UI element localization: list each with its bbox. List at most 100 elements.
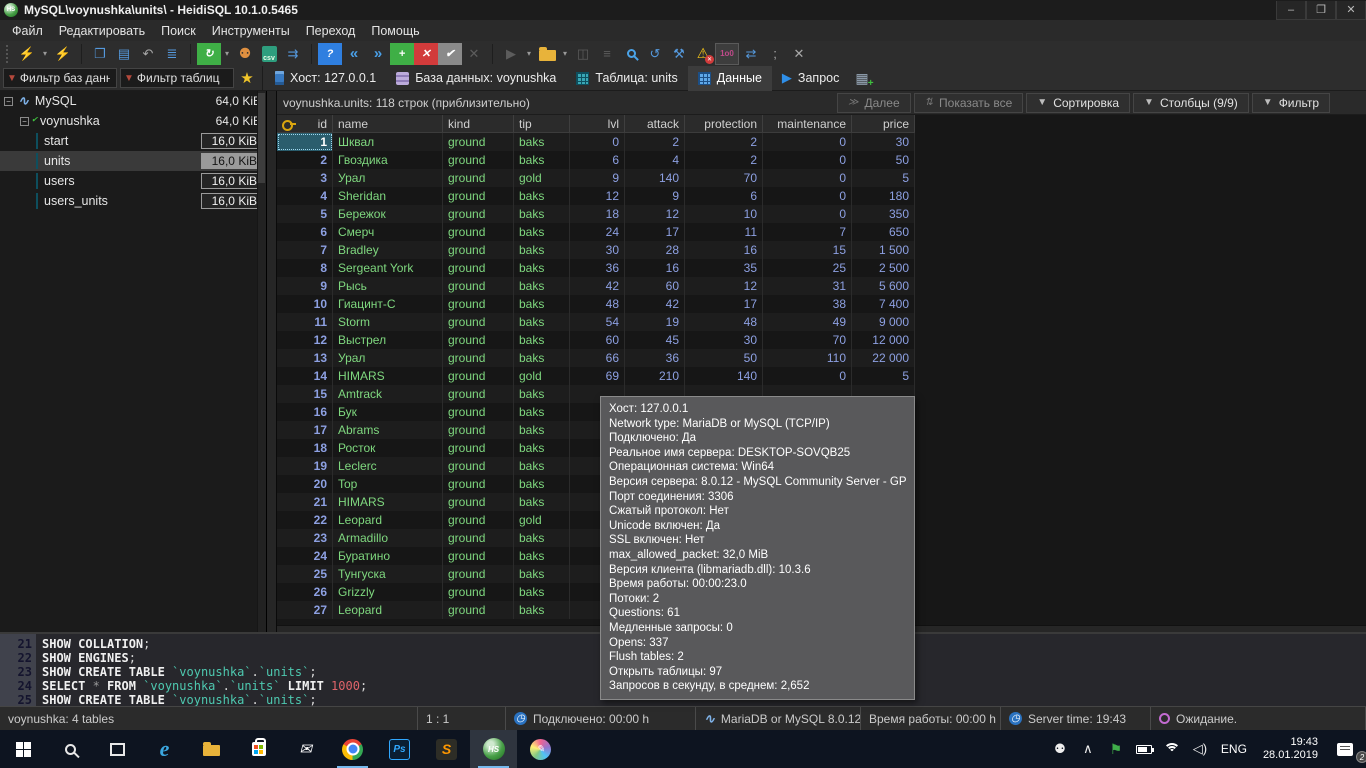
cell[interactable]: 0 [763, 169, 852, 187]
cell[interactable]: 42 [625, 295, 685, 313]
cell[interactable]: 50 [685, 349, 763, 367]
cell[interactable]: Бук [333, 403, 443, 421]
cell[interactable]: 5 [277, 205, 333, 223]
cell[interactable]: ground [443, 313, 514, 331]
cell[interactable]: 180 [852, 187, 915, 205]
cell[interactable]: baks [514, 295, 570, 313]
cell[interactable]: 22 [277, 511, 333, 529]
sidebar-item-users[interactable]: users16,0 KiB [0, 171, 266, 191]
cell[interactable]: 48 [685, 313, 763, 331]
close-button[interactable]: ✕ [1336, 1, 1366, 20]
tree-collapse-toggle[interactable]: − [20, 117, 29, 126]
cell[interactable]: 22 000 [852, 349, 915, 367]
cell[interactable]: 7 [763, 223, 852, 241]
tab-query[interactable]: ▶ Запрос [772, 66, 849, 91]
microsoft-store-icon[interactable] [235, 730, 282, 768]
cell[interactable]: 24 [570, 223, 625, 241]
cell[interactable]: baks [514, 133, 570, 151]
cell[interactable]: gold [514, 169, 570, 187]
menu-item[interactable]: Помощь [363, 22, 427, 40]
cell[interactable]: 60 [570, 331, 625, 349]
cell[interactable]: 50 [852, 151, 915, 169]
cell[interactable]: 48 [570, 295, 625, 313]
cell[interactable]: ground [443, 151, 514, 169]
table-row[interactable]: 12Выстрелgroundbaks6045307012 000 [277, 331, 915, 349]
cell[interactable]: Гвоздика [333, 151, 443, 169]
show-all-button[interactable]: ⇅ Показать все [914, 93, 1024, 113]
cell[interactable]: ground [443, 367, 514, 385]
cell[interactable]: baks [514, 259, 570, 277]
cell[interactable]: Bradley [333, 241, 443, 259]
cell[interactable]: 36 [570, 259, 625, 277]
undo-icon[interactable]: ↶ [136, 43, 160, 65]
cell[interactable]: 18 [277, 439, 333, 457]
cell[interactable]: ground [443, 169, 514, 187]
battery-icon[interactable] [1131, 730, 1157, 768]
table-filter-input[interactable]: ▼ [120, 68, 234, 88]
refresh-dropdown-icon[interactable]: ▾ [221, 43, 233, 65]
refresh-icon[interactable]: ↻ [197, 43, 221, 65]
execute-sql-icon[interactable]: ▶ [499, 43, 523, 65]
open-file-icon[interactable] [535, 43, 559, 65]
table-row[interactable]: 6Смерчgroundbaks2417117650 [277, 223, 915, 241]
cell[interactable]: ground [443, 493, 514, 511]
sidebar-item-users_units[interactable]: users_units16,0 KiB [0, 191, 266, 211]
cell[interactable]: baks [514, 277, 570, 295]
cell[interactable]: 8 [277, 259, 333, 277]
column-header-attack[interactable]: attack [625, 115, 685, 132]
cell[interactable]: 11 [277, 313, 333, 331]
cell[interactable]: ground [443, 385, 514, 403]
language-indicator[interactable]: ENG [1215, 742, 1253, 756]
cell[interactable]: baks [514, 223, 570, 241]
execute-dropdown-icon[interactable]: ▾ [523, 43, 535, 65]
cell[interactable]: 6 [685, 187, 763, 205]
cell[interactable]: 17 [685, 295, 763, 313]
cell[interactable]: 10 [685, 205, 763, 223]
connect-icon[interactable]: ⚡ [15, 43, 39, 65]
cell[interactable]: ground [443, 331, 514, 349]
cell[interactable]: baks [514, 151, 570, 169]
table-row[interactable]: 14HIMARSgroundgold6921014005 [277, 367, 915, 385]
close-editor-icon[interactable]: ✕ [787, 43, 811, 65]
cell[interactable]: ground [443, 223, 514, 241]
save-icon[interactable]: ◫ [571, 43, 595, 65]
cell[interactable]: ground [443, 529, 514, 547]
cell[interactable]: 70 [685, 169, 763, 187]
cell[interactable]: 0 [763, 205, 852, 223]
cell[interactable]: ground [443, 583, 514, 601]
cell[interactable]: baks [514, 385, 570, 403]
table-row[interactable]: 11Stormgroundbaks541948499 000 [277, 313, 915, 331]
cell[interactable]: Leopard [333, 511, 443, 529]
cell[interactable]: 31 [763, 277, 852, 295]
cell[interactable]: 0 [763, 187, 852, 205]
cell[interactable]: Росток [333, 439, 443, 457]
column-header-tip[interactable]: tip [514, 115, 570, 132]
column-header-lvl[interactable]: lvl [570, 115, 625, 132]
cell[interactable]: 20 [277, 475, 333, 493]
cell[interactable]: 54 [570, 313, 625, 331]
table-row[interactable]: 2Гвоздикаgroundbaks642050 [277, 151, 915, 169]
paste-icon[interactable]: ▤ [112, 43, 136, 65]
taskbar-search-icon[interactable] [47, 730, 94, 768]
cell[interactable]: Урал [333, 169, 443, 187]
cell[interactable]: 70 [763, 331, 852, 349]
connect-dropdown-icon[interactable]: ▾ [39, 43, 51, 65]
mail-icon[interactable]: ✉ [282, 730, 329, 768]
cell[interactable]: Урал [333, 349, 443, 367]
cell[interactable]: 19 [277, 457, 333, 475]
cell[interactable]: 3 [277, 169, 333, 187]
table-row[interactable]: 8Sergeant Yorkgroundbaks361635252 500 [277, 259, 915, 277]
cell[interactable]: 30 [685, 331, 763, 349]
cell[interactable]: 12 000 [852, 331, 915, 349]
cell[interactable]: 9 [277, 277, 333, 295]
cell[interactable]: baks [514, 403, 570, 421]
cell[interactable]: baks [514, 583, 570, 601]
csv-export-icon[interactable]: csv [257, 43, 281, 65]
cell[interactable]: 36 [625, 349, 685, 367]
column-header-name[interactable]: name [333, 115, 443, 132]
chevron-up-icon[interactable]: ∧ [1075, 730, 1101, 768]
paint3d-icon[interactable]: ✎ [517, 730, 564, 768]
heidisql-icon[interactable]: HS [470, 730, 517, 768]
cell[interactable]: baks [514, 439, 570, 457]
cell[interactable]: ground [443, 259, 514, 277]
